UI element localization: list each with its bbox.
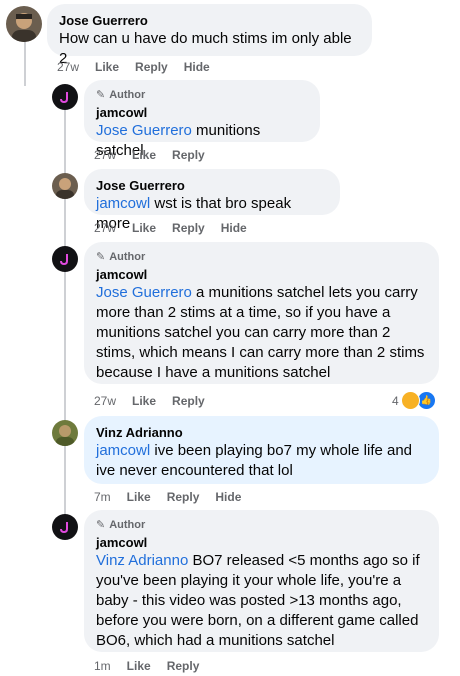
reply-button[interactable]: Reply	[172, 393, 205, 409]
pencil-icon: ✎	[96, 519, 106, 531]
timestamp[interactable]: 27w	[94, 220, 116, 236]
commenter-name[interactable]: Jose Guerrero	[59, 12, 360, 29]
comment-actions: 27w Like Reply	[94, 147, 205, 163]
comment-actions: 1m Like Reply	[94, 658, 199, 674]
person-photo-icon	[56, 425, 74, 446]
timestamp[interactable]: 27w	[94, 393, 116, 409]
author-badge: ✎ Author	[96, 89, 146, 101]
commenter-name[interactable]: Vinz Adrianno	[96, 424, 427, 441]
avatar[interactable]	[52, 84, 78, 110]
author-badge: ✎ Author	[96, 251, 146, 263]
comment-bubble: Vinz Adrianno jamcowl ive been playing b…	[84, 416, 439, 484]
person-photo-icon	[12, 13, 36, 42]
timestamp[interactable]: 1m	[94, 658, 111, 674]
avatar[interactable]	[52, 173, 78, 199]
logo-icon	[60, 92, 68, 104]
like-button[interactable]: Like	[127, 658, 151, 674]
thread-line	[64, 110, 66, 520]
comment-bubble: ✎ Author jamcowl Jose Guerrero a munition…	[84, 242, 439, 384]
comment-bubble: Jose Guerrero jamcowl wst is that bro sp…	[84, 169, 340, 232]
comment-bubble: Jose Guerrero How can u have do much sti…	[47, 4, 372, 67]
comment-bubble: ✎ Author jamcowl Jose Guerrero munitions …	[84, 80, 320, 159]
comment-text: Vinz Adrianno BO7 released <5 months ago…	[96, 552, 420, 649]
mention-link[interactable]: Jose Guerrero	[96, 284, 192, 301]
reply-button[interactable]: Reply	[172, 147, 205, 163]
hide-button[interactable]: Hide	[184, 59, 210, 75]
comment-actions: 27w Like Reply Hide	[94, 220, 247, 236]
reply-button[interactable]: Reply	[135, 59, 168, 75]
like-button[interactable]: Like	[132, 220, 156, 236]
mention-link[interactable]: jamcowl	[96, 195, 150, 212]
like-button[interactable]: Like	[95, 59, 119, 75]
comment-actions: 27w Like Reply Hide	[57, 59, 210, 75]
pencil-icon: ✎	[96, 251, 106, 263]
comment-text: jamcowl ive been playing bo7 my whole li…	[96, 442, 413, 479]
like-button[interactable]: Like	[132, 147, 156, 163]
person-photo-icon	[56, 178, 74, 199]
timestamp[interactable]: 27w	[94, 147, 116, 163]
logo-icon	[60, 522, 68, 534]
comment-bubble: ✎ Author jamcowl Vinz Adrianno BO7 releas…	[84, 510, 439, 652]
comment-actions: 7m Like Reply Hide	[94, 489, 241, 505]
reply-button[interactable]: Reply	[167, 489, 200, 505]
logo-icon	[60, 254, 68, 266]
like-button[interactable]: Like	[132, 393, 156, 409]
haha-emoji-icon	[400, 391, 420, 410]
reaction-summary[interactable]: 4 👍	[392, 391, 436, 410]
avatar[interactable]	[52, 514, 78, 540]
commenter-name[interactable]: Jose Guerrero	[96, 177, 328, 194]
mention-link[interactable]: Jose Guerrero	[96, 122, 192, 139]
timestamp[interactable]: 7m	[94, 489, 111, 505]
reaction-count: 4	[392, 393, 399, 408]
author-badge: ✎ Author	[96, 519, 146, 531]
avatar[interactable]	[6, 6, 42, 42]
comment-text: Jose Guerrero a munitions satchel lets y…	[96, 284, 425, 381]
reply-button[interactable]: Reply	[172, 220, 205, 236]
thread-line	[24, 40, 26, 86]
hide-button[interactable]: Hide	[221, 220, 247, 236]
hide-button[interactable]: Hide	[215, 489, 241, 505]
comment-actions: 27w Like Reply	[94, 393, 205, 409]
commenter-name[interactable]: jamcowl	[96, 534, 427, 551]
commenter-name[interactable]: jamcowl	[96, 104, 308, 121]
timestamp[interactable]: 27w	[57, 59, 79, 75]
like-button[interactable]: Like	[127, 489, 151, 505]
pencil-icon: ✎	[96, 89, 106, 101]
mention-link[interactable]: Vinz Adrianno	[96, 552, 188, 569]
avatar[interactable]	[52, 420, 78, 446]
avatar[interactable]	[52, 246, 78, 272]
commenter-name[interactable]: jamcowl	[96, 266, 427, 283]
reply-button[interactable]: Reply	[167, 658, 200, 674]
mention-link[interactable]: jamcowl	[96, 442, 150, 459]
